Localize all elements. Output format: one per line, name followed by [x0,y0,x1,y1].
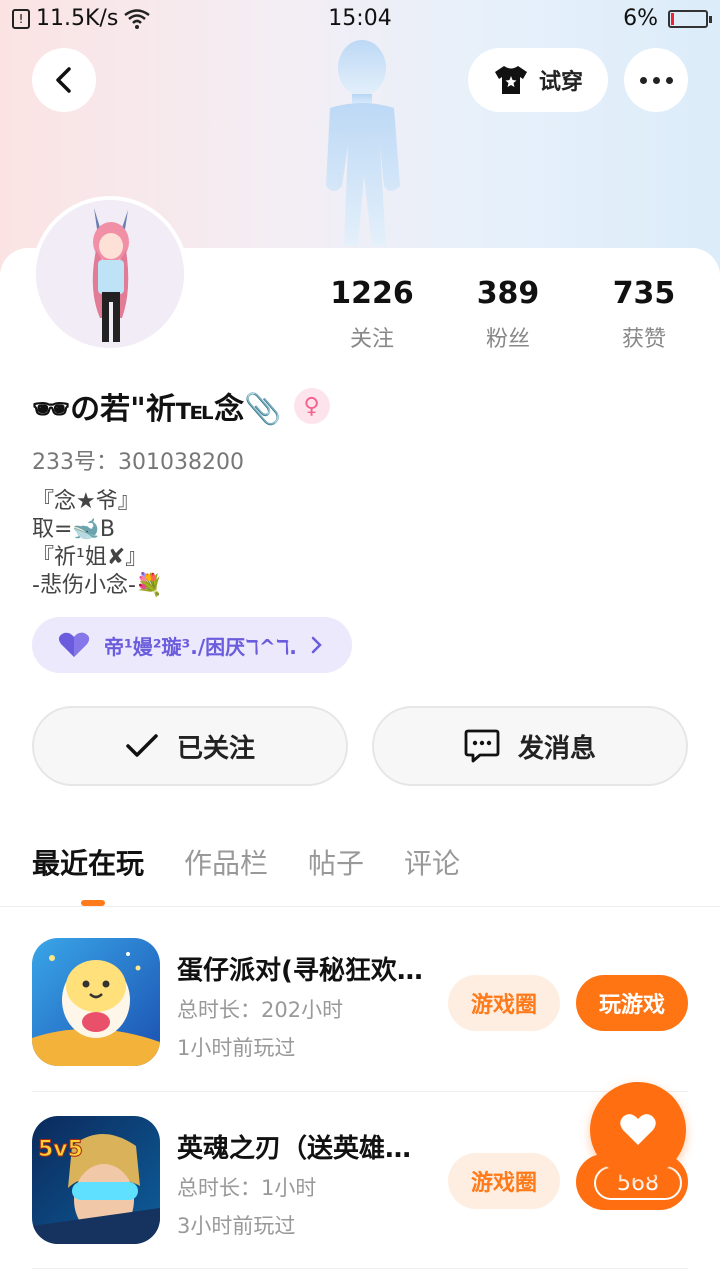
try-on-button[interactable]: 试穿 [468,48,608,112]
game-last-played: 1小时前玩过 [177,1036,296,1060]
heart-icon [58,632,90,657]
chevron-left-icon [56,67,71,93]
followers-count: 389 [476,276,540,311]
avatar-character-image [36,200,184,348]
send-message-label: 发消息 [517,733,596,764]
list-item[interactable]: 蛋仔派对(寻秘狂欢… 总时长：202小时 1小时前玩过 游戏圈 玩游戏 [32,938,688,1068]
game-last-played: 3小时前玩过 [177,1214,296,1238]
battery-percent: 6% [623,6,658,31]
bio-line: 取=🐋B [32,517,115,542]
game-total-duration: 总时长：1小时 [177,1176,317,1200]
more-dot-icon [652,76,660,84]
bio-line: -悲伤小念-💐 [32,573,164,598]
content-tabs: 最近在玩 作品栏 帖子 评论 [32,842,460,882]
following-button-label: 已关注 [176,733,255,764]
game-title: 蛋仔派对(寻秘狂欢… [177,956,423,986]
tshirt-icon [494,66,527,94]
heart-icon [620,1114,656,1145]
more-options-button[interactable] [624,48,688,112]
tab-posts[interactable]: 帖子 [308,842,364,882]
chevron-right-icon [311,636,322,654]
eggy-party-game-icon [32,938,160,1066]
play-game-button[interactable]: 玩游戏 [576,975,688,1031]
more-dot-icon [665,76,673,84]
clock: 15:04 [328,6,392,31]
likes-label: 获赞 [621,327,666,352]
bio-line: 『念★爷』 [32,489,140,514]
likes-count: 735 [612,276,676,311]
chat-bubble-icon [464,729,500,763]
tab-works[interactable]: 作品栏 [184,842,268,882]
list-divider [32,1268,688,1269]
nickname-row: 🕶の若"祈℡念📎 ♀ [32,384,330,428]
checkmark-icon [126,734,158,757]
following-label: 关注 [349,327,394,352]
like-button[interactable] [590,1082,686,1178]
game-title: 英魂之刃（送英雄… [177,1134,412,1164]
game-total-duration: 总时长：202小时 [177,998,344,1022]
game-circle-button[interactable]: 游戏圈 [448,975,560,1031]
likes-stat[interactable]: 735 获赞 [584,276,704,353]
list-divider [32,1091,688,1092]
tabs-divider [0,906,720,907]
avatar-silhouette-image [326,40,400,246]
bio-line: 『祈¹姐✘』 [32,545,148,570]
more-dot-icon [639,76,647,84]
user-id: 233号：301038200 [32,450,244,475]
guild-badge[interactable]: 帝¹嫚²璇³./困厌ℸ^ℸ. [32,617,352,673]
tab-recently-played[interactable]: 最近在玩 [32,842,144,882]
nickname: 🕶の若"祈℡念📎 [32,392,282,427]
try-on-label: 试穿 [538,70,583,95]
bio: 『念★爷』 取=🐋B 『祈¹姐✘』 -悲伤小念-💐 [32,488,163,600]
svg-text:5v5: 5v5 [38,1137,83,1162]
guild-name: 帝¹嫚²璇³./困厌ℸ^ℸ. [104,634,297,659]
status-bar: ! 11.5K/s 15:04 6% [0,0,720,40]
following-count: 1226 [330,276,414,311]
following-stat[interactable]: 1226 关注 [312,276,432,353]
tab-comments[interactable]: 评论 [404,842,460,882]
soul-blade-game-icon: 5v5 [32,1116,160,1244]
game-circle-button[interactable]: 游戏圈 [448,1153,560,1209]
battery-icon [668,9,712,28]
back-button[interactable] [32,48,96,112]
avatar[interactable] [32,196,188,352]
followers-stat[interactable]: 389 粉丝 [448,276,568,353]
female-gender-icon: ♀ [293,388,330,424]
following-button[interactable]: 已关注 [32,706,348,786]
send-message-button[interactable]: 发消息 [372,706,688,786]
followers-label: 粉丝 [485,327,530,352]
